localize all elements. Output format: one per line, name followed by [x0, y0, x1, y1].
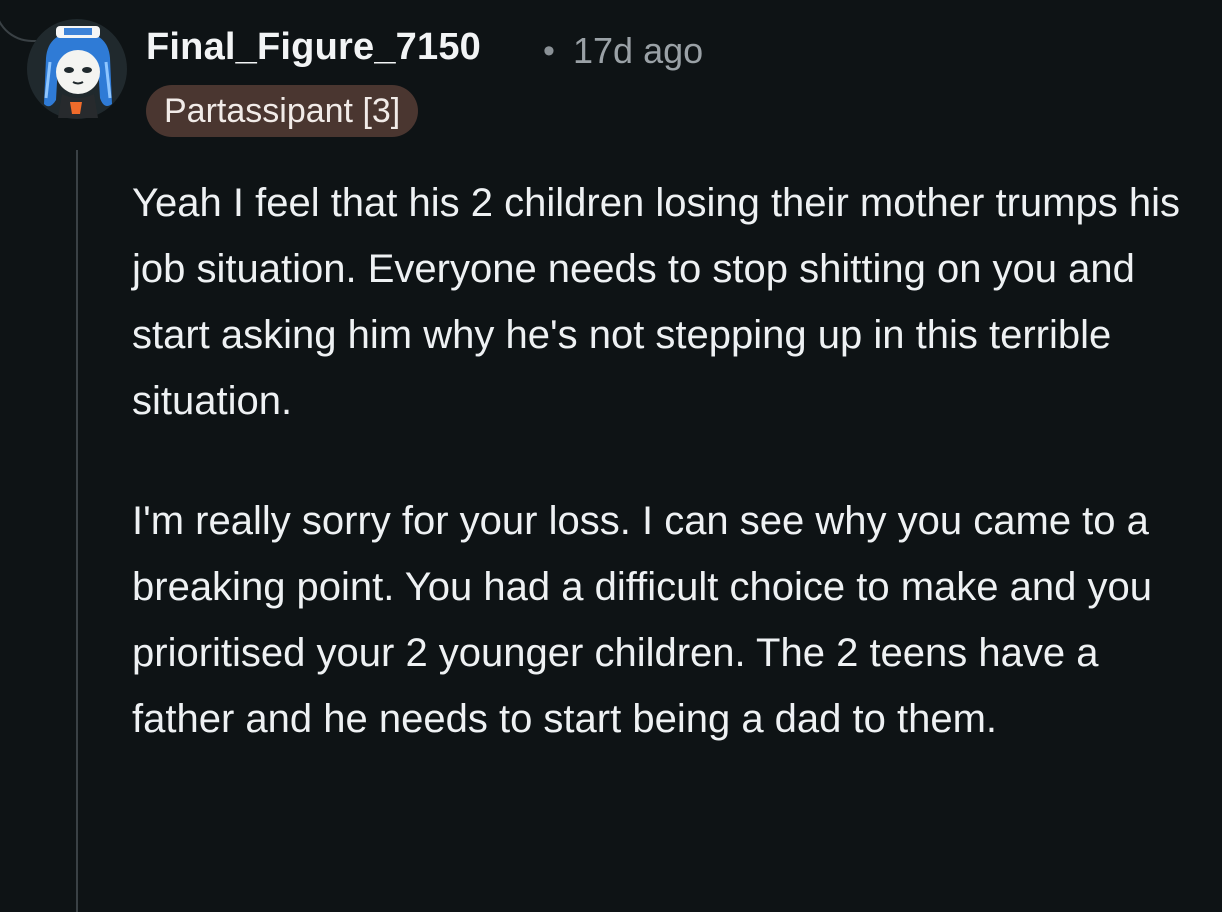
thread-line[interactable] — [76, 150, 78, 912]
user-avatar[interactable] — [26, 18, 128, 120]
snoo-avatar-icon — [27, 19, 127, 119]
author-username[interactable]: Final_Figure_7150 — [146, 26, 481, 69]
comment-timestamp[interactable]: 17d ago — [573, 30, 703, 72]
user-flair-badge: Partassipant [3] — [146, 85, 419, 137]
comment-paragraph: I'm really sorry for your loss. I can se… — [132, 499, 1152, 741]
comment-body: Yeah I feel that his 2 children losing t… — [132, 170, 1207, 752]
comment-paragraph: Yeah I feel that his 2 children losing t… — [132, 181, 1180, 423]
meta-separator: • — [543, 32, 555, 70]
